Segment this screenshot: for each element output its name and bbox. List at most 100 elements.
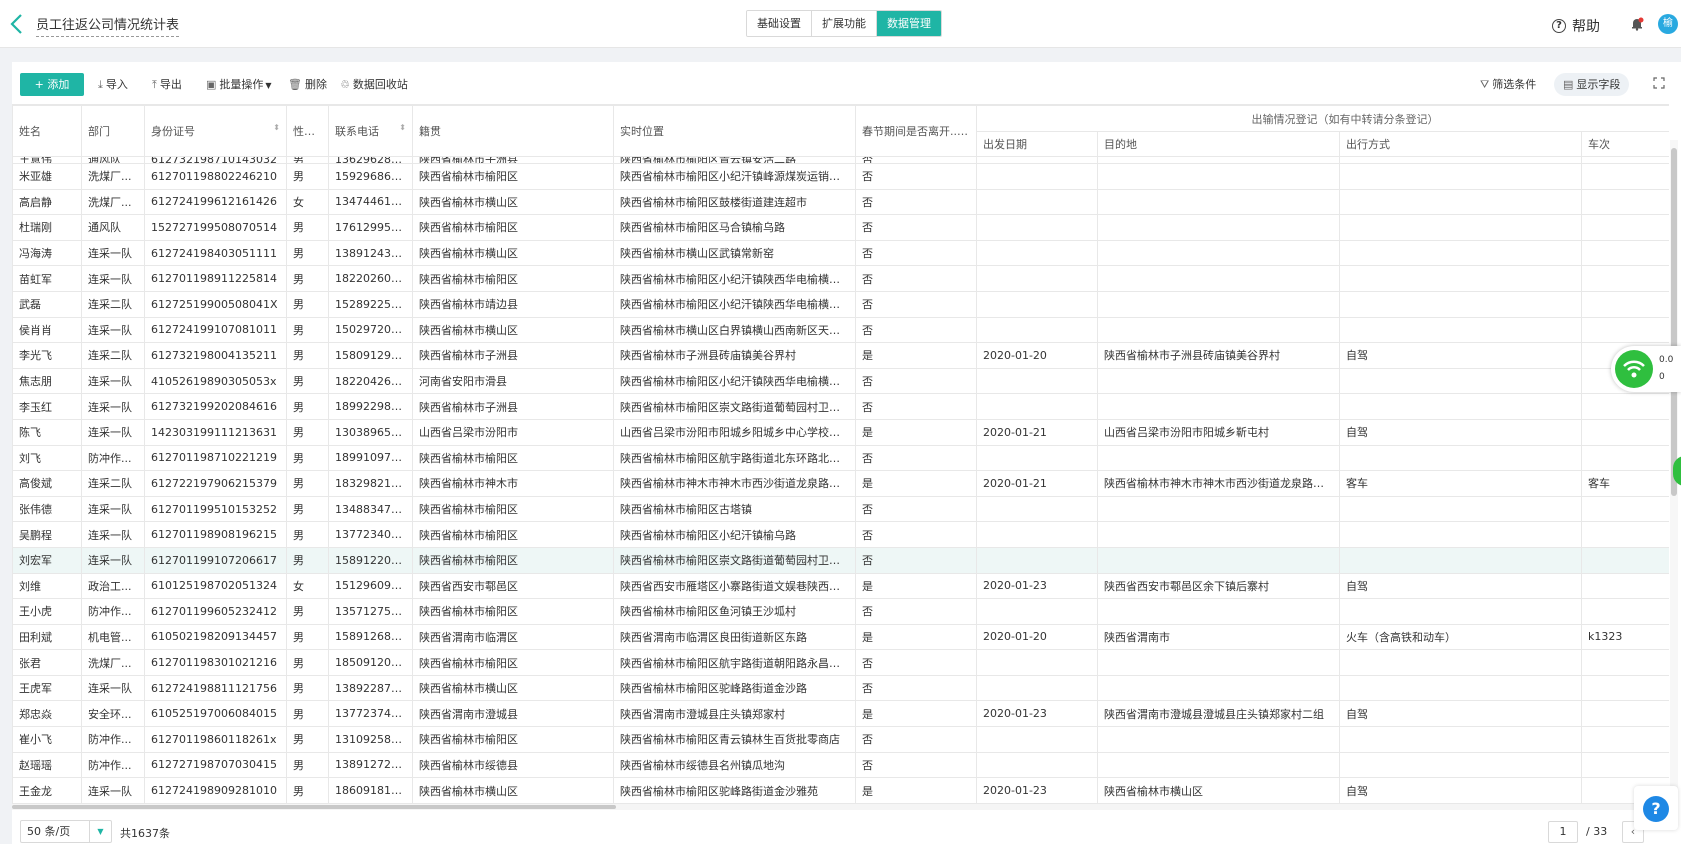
bell-icon[interactable]: [1630, 17, 1644, 31]
table-cell: 否: [855, 367, 977, 395]
table-row[interactable]: 高俊斌 连采二队 612722197906215379 男 18329821608 陕西省…: [12, 470, 1669, 497]
table-cell: 612701198908196215: [144, 521, 287, 548]
table-row[interactable]: 张伟德 连采一队 612701199510153252 男 13488347460 陕西省…: [12, 495, 1669, 523]
table-row[interactable]: 陈飞 连采一队 142303199111213631 男 13038965156 山西省吕…: [12, 418, 1669, 446]
table-row[interactable]: 吴鹏程 连采一队 612701198908196215 男 13772340017 陕西省…: [12, 521, 1669, 548]
table-cell: 陕西省榆林市榆阳区: [412, 726, 614, 753]
table-cell: 连采一队: [81, 239, 145, 267]
table-row[interactable]: 刘维 政治工... 610125198702051324 女 15129609905 陕西…: [12, 572, 1669, 600]
page-size-value: 50 条/页: [27, 825, 71, 838]
add-button[interactable]: + 添加: [20, 73, 84, 96]
table-cell: 陕西省榆林市横山区: [412, 316, 614, 344]
col-header-gender[interactable]: 性别 ⬍: [286, 105, 329, 157]
table-row[interactable]: 高启静 洗煤厂... 612724199612161426 女 13474461261 陕…: [12, 188, 1669, 216]
col-header-left-during-festival[interactable]: 春节期间是否离开... ⬍: [855, 105, 977, 157]
table-row[interactable]: 田利斌 机电管... 610502198209134457 男 15891268011 陕…: [12, 623, 1669, 651]
batch-icon: ▣: [206, 78, 217, 91]
table-row[interactable]: 刘宏军 连采一队 612701199107206617 男 15891220153 陕西省…: [12, 546, 1669, 574]
table-row[interactable]: 王虎军 连采一队 612724198811121756 男 13892287797 陕西省…: [12, 674, 1669, 702]
col-header-phone[interactable]: 联系电话 ⬍: [328, 105, 413, 157]
col-header-location[interactable]: 实时位置: [613, 105, 856, 157]
table-row[interactable]: 米亚雄 洗煤厂... 612701198802246210 男 15929686744 陕…: [12, 163, 1669, 190]
fullscreen-icon[interactable]: [1653, 77, 1665, 89]
table-row[interactable]: 崔小飞 防冲作... 61270119860118261x 男 13109258952 陕…: [12, 726, 1669, 753]
col-header-train-number[interactable]: 车次: [1581, 131, 1669, 157]
table-row[interactable]: 赵瑶瑶 防冲作... 612727198707030415 男 13891272168 陕…: [12, 751, 1669, 779]
batch-operations-dropdown[interactable]: ▣ 批量操作 ▼: [206, 73, 272, 96]
sort-icon: ⬍: [318, 128, 325, 137]
show-fields-button[interactable]: ▤ 显示字段: [1554, 73, 1630, 96]
col-header-department[interactable]: 部门: [81, 105, 145, 157]
table-cell: [1339, 214, 1582, 241]
table-cell: 自驾: [1339, 342, 1582, 369]
table-cell: 男: [286, 367, 329, 395]
tab-extensions[interactable]: 扩展功能: [812, 11, 877, 36]
table-cell: 2020-01-21: [976, 470, 1098, 497]
total-count: 共1637条: [120, 827, 170, 840]
table-row[interactable]: 郑忠焱 安全环... 610525197006084015 男 13772374260 陕…: [12, 700, 1669, 728]
table-cell: 13488347460: [328, 495, 413, 523]
table-cell: [1097, 214, 1340, 241]
table-cell: 陕西省榆林市榆阳区驼峰路街道金沙路: [613, 674, 856, 702]
table-row[interactable]: 苗虹军 连采一队 612701198911225814 男 18220260471 陕西省…: [12, 265, 1669, 292]
col-header-travel-mode[interactable]: 出行方式: [1339, 131, 1582, 157]
table-cell: [1339, 495, 1582, 523]
table-row[interactable]: 王小虎 防冲作... 612701199605232412 男 13571275272 陕…: [12, 598, 1669, 625]
horizontal-scrollbar[interactable]: [12, 804, 1669, 810]
col-header-hometown[interactable]: 籍贯: [412, 105, 614, 157]
table-row[interactable]: 李光飞 连采二队 612732198004135211 男 15809129015 陕西省…: [12, 342, 1669, 369]
pagination-bar: 50 条/页 ▼ 共1637条 1 / 33 ‹: [12, 812, 1681, 844]
table-row[interactable]: 冯海涛 连采一队 612724198403051111 男 13891243979 陕西省…: [12, 239, 1669, 267]
col-header-departure-date[interactable]: 出发日期: [976, 131, 1098, 157]
table-cell: [1339, 188, 1582, 216]
table-cell: 男: [286, 521, 329, 548]
tab-data-management[interactable]: 数据管理: [877, 11, 941, 36]
help-button[interactable]: ? 帮助: [1552, 16, 1600, 36]
table-cell: 男: [286, 623, 329, 651]
table-cell: [976, 265, 1098, 292]
table-row[interactable]: 杜瑞刚 通风队 152727199508070514 男 17612995807 陕西省榆…: [12, 214, 1669, 241]
table-row[interactable]: 王金龙 连采一队 612724198909281010 男 18609181856 陕西省…: [12, 777, 1669, 804]
scrollbar-thumb[interactable]: [1671, 148, 1677, 496]
delete-button[interactable]: 🗑 删除: [288, 73, 327, 96]
help-fab[interactable]: ?: [1634, 786, 1678, 830]
table-row[interactable]: 李玉红 连采一队 612732199202084616 男 18992298027 陕西省…: [12, 393, 1669, 420]
table-cell: 陕西省榆林市榆阳区: [412, 163, 614, 190]
table-cell: 火车（含高铁和动车）: [1339, 623, 1582, 651]
page-number-input[interactable]: 1: [1548, 821, 1578, 843]
table-cell: 15891220153: [328, 546, 413, 574]
scrollbar-thumb[interactable]: [12, 805, 616, 809]
avatar[interactable]: 榆: [1658, 14, 1678, 34]
tab-basic-settings[interactable]: 基础设置: [747, 11, 812, 36]
table-cell: 赵瑶瑶: [12, 751, 82, 779]
table-cell: [976, 163, 1098, 190]
import-button[interactable]: ⤓ 导入: [98, 73, 128, 96]
network-widget[interactable]: 0.0 0: [1611, 346, 1681, 392]
table-row[interactable]: 张君 洗煤厂... 612701198301021216 男 18509120602 陕西…: [12, 649, 1669, 676]
table-row[interactable]: 王意伟 通风队 612732198710143032 男 13629628080 陕西省榆…: [12, 156, 1669, 164]
table-row[interactable]: 侯肖肖 连采一队 612724199107081011 男 15029720810 陕西省…: [12, 316, 1669, 344]
table-row[interactable]: 武磊 连采二队 61272519900508041X 男 15289225970 陕西省榆…: [12, 290, 1669, 318]
page-size-select[interactable]: 50 条/页 ▼: [20, 820, 112, 843]
col-header-id-number[interactable]: 身份证号 ⬍: [144, 105, 287, 157]
table-cell: 13038965156: [328, 418, 413, 446]
table-row[interactable]: 焦志朋 连采一队 41052619890305053x 男 18220426067 河南省…: [12, 367, 1669, 395]
table-cell: [1339, 163, 1582, 190]
col-header-destination[interactable]: 目的地: [1097, 131, 1340, 157]
page-title[interactable]: 员工往返公司情况统计表: [36, 14, 180, 37]
table-cell: 男: [286, 598, 329, 625]
col-header-name[interactable]: 姓名: [12, 105, 82, 157]
table-cell: 2020-01-20: [976, 342, 1098, 369]
table-cell: [1339, 393, 1582, 420]
back-arrow-icon[interactable]: [6, 12, 28, 36]
table-cell: 高启静: [12, 188, 82, 216]
recycle-bin-button[interactable]: ♲ 数据回收站: [340, 73, 408, 96]
table-cell: 吴鹏程: [12, 521, 82, 548]
table-cell: [1581, 726, 1669, 753]
table-cell: [976, 367, 1098, 395]
table-row[interactable]: 刘飞 防冲作... 612701198710221219 男 18991097435 陕西…: [12, 444, 1669, 472]
filter-button[interactable]: ⛛ 筛选条件: [1480, 73, 1536, 96]
question-icon: ?: [1643, 796, 1669, 822]
export-button[interactable]: ⤒ 导出: [152, 73, 182, 96]
table-cell: 13474461261: [328, 188, 413, 216]
